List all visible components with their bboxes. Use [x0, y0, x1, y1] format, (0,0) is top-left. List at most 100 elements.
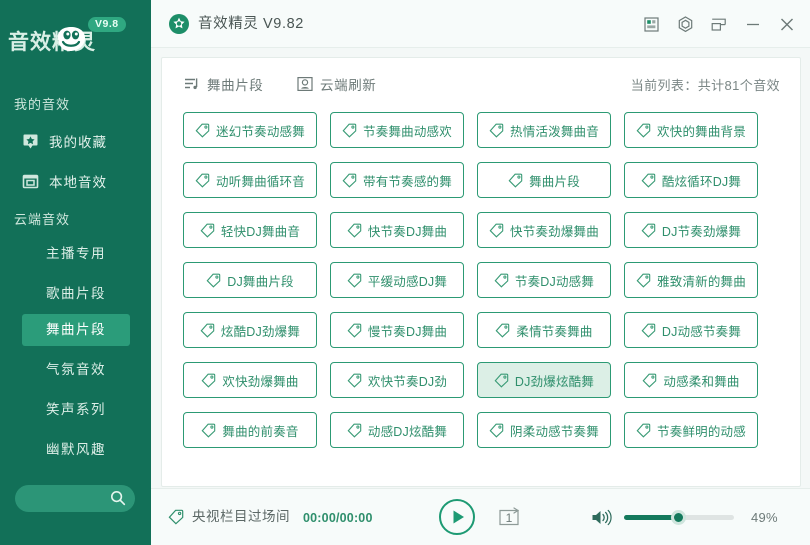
tag-music-icon — [347, 323, 362, 338]
search-input[interactable] — [15, 485, 135, 512]
window-controls — [634, 9, 804, 39]
sidebar-item-favorites[interactable]: 我的收藏 — [22, 124, 107, 158]
sound-effect-label: 节奏鲜明的动感 — [657, 424, 746, 439]
play-icon — [453, 510, 464, 524]
sound-effect-button[interactable]: 节奏舞曲动感欢 — [330, 112, 464, 148]
sound-effect-button[interactable]: DJ节奏劲爆舞 — [624, 212, 758, 248]
sound-effect-button[interactable]: 带有节奏感的舞 — [330, 162, 464, 198]
tag-music-icon — [636, 423, 651, 438]
sound-effect-button[interactable]: 欢快劲爆舞曲 — [183, 362, 317, 398]
current-track-name: 央视栏目过场间 — [192, 509, 290, 524]
sidebar-item-label: 歌曲片段 — [46, 286, 106, 301]
tag-music-icon — [342, 173, 357, 188]
volume-slider-handle[interactable] — [671, 510, 686, 525]
sound-effect-label: 欢快的舞曲背景 — [657, 124, 746, 139]
sound-effect-button[interactable]: 酷炫循环DJ舞 — [624, 162, 758, 198]
toolbar-refresh-button[interactable]: 云端刷新 — [297, 74, 376, 94]
volume-percent-label: 49% — [751, 510, 778, 525]
title-bar: 音效精灵 V9.82 — [151, 0, 810, 48]
sidebar-item-label: 主播专用 — [46, 246, 106, 261]
window-title: 音效精灵 V9.82 — [198, 16, 304, 32]
sidebar-item-humor[interactable]: 幽默风趣 — [22, 434, 130, 466]
layout-grid-button[interactable] — [634, 9, 668, 39]
nav-group-title-cloud: 云端音效 — [14, 212, 71, 227]
repeat-one-icon: 1 — [499, 507, 520, 526]
sound-effect-button[interactable]: 炫酷DJ劲爆舞 — [183, 312, 317, 348]
volume-slider-fill — [624, 515, 678, 520]
sound-effect-button[interactable]: 轻快DJ舞曲音 — [183, 212, 317, 248]
smiley-face-icon — [58, 27, 85, 51]
sound-effect-button[interactable]: 舞曲片段 — [477, 162, 611, 198]
sound-effect-button[interactable]: 快节奏劲爆舞曲 — [477, 212, 611, 248]
sidebar-item-dance-clips[interactable]: 舞曲片段 — [22, 314, 130, 346]
sound-effect-label: 动听舞曲循环音 — [216, 174, 305, 189]
close-button[interactable] — [770, 9, 804, 39]
sound-effect-button[interactable]: 动感DJ炫酷舞 — [330, 412, 464, 448]
minimize-icon — [747, 23, 759, 25]
sound-effect-button[interactable]: 慢节奏DJ舞曲 — [330, 312, 464, 348]
sound-effect-label: 轻快DJ舞曲音 — [220, 224, 301, 239]
sound-effect-label: 带有节奏感的舞 — [363, 174, 452, 189]
sound-effect-button[interactable]: DJ劲爆炫酷舞 — [477, 362, 611, 398]
sound-effect-button[interactable]: 动感柔和舞曲 — [624, 362, 758, 398]
sound-effect-button[interactable]: 动听舞曲循环音 — [183, 162, 317, 198]
volume-icon[interactable] — [591, 508, 612, 527]
tag-music-icon — [347, 423, 362, 438]
sound-effects-grid: 迷幻节奏动感舞 节奏舞曲动感欢 热情活泼舞曲音 欢快的舞曲背景动听舞曲循环音 带有节奏感… — [183, 112, 783, 462]
sidebar-item-local[interactable]: 本地音效 — [22, 164, 107, 198]
repeat-mode-button[interactable]: 1 — [497, 507, 521, 528]
settings-button[interactable] — [668, 9, 702, 39]
sound-effect-label: 雅致清新的舞曲 — [657, 274, 746, 289]
tag-music-icon — [642, 373, 657, 388]
tag-music-icon — [641, 173, 656, 188]
sound-effect-button[interactable]: DJ动感节奏舞 — [624, 312, 758, 348]
app-window: 音效精灵 V9.8 我的音效 我的收藏 本地音效 云端音效 主播专用 歌曲片段 … — [0, 0, 810, 545]
tag-music-icon — [636, 273, 651, 288]
sound-effect-label: 欢快节奏DJ劲 — [367, 374, 448, 389]
sound-effect-button[interactable]: 阴柔动感节奏舞 — [477, 412, 611, 448]
sound-effect-button[interactable]: 舞曲的前奏音 — [183, 412, 317, 448]
sound-effect-button[interactable]: DJ舞曲片段 — [183, 262, 317, 298]
toolbar-playlist-label: 舞曲片段 — [207, 78, 264, 93]
sidebar-item-label: 本地音效 — [49, 175, 107, 190]
tag-music-icon — [347, 273, 362, 288]
sound-effect-button[interactable]: 热情活泼舞曲音 — [477, 112, 611, 148]
sound-effect-button[interactable]: 欢快的舞曲背景 — [624, 112, 758, 148]
restore-button[interactable] — [702, 9, 736, 39]
playlist-music-icon — [185, 78, 198, 90]
sound-effect-button[interactable]: 节奏鲜明的动感 — [624, 412, 758, 448]
play-button[interactable] — [439, 499, 475, 535]
sidebar-item-laughter[interactable]: 笑声系列 — [22, 394, 130, 426]
sound-effect-button[interactable]: 节奏DJ动感舞 — [477, 262, 611, 298]
sound-effect-label: DJ动感节奏舞 — [661, 324, 742, 339]
app-logo-icon — [169, 14, 189, 34]
sidebar-item-anchor[interactable]: 主播专用 — [22, 238, 130, 270]
sound-effect-button[interactable]: 柔情节奏舞曲 — [477, 312, 611, 348]
search-icon[interactable] — [110, 490, 126, 506]
tag-music-icon — [489, 123, 504, 138]
sound-effect-button[interactable]: 雅致清新的舞曲 — [624, 262, 758, 298]
minimize-button[interactable] — [736, 9, 770, 39]
toolbar-playlist-button[interactable]: 舞曲片段 — [184, 74, 263, 94]
tag-music-icon — [168, 509, 184, 525]
sound-effect-label: 柔情节奏舞曲 — [516, 324, 593, 339]
sound-effect-button[interactable]: 平缓动感DJ舞 — [330, 262, 464, 298]
list-count-text: 当前列表：共计81个音效 — [630, 78, 780, 93]
sidebar: 音效精灵 V9.8 我的音效 我的收藏 本地音效 云端音效 主播专用 歌曲片段 … — [0, 0, 151, 545]
player-bar: 央视栏目过场间 00:00/00:00 1 49% — [151, 488, 810, 545]
tag-music-icon — [636, 123, 651, 138]
sound-effect-button[interactable]: 迷幻节奏动感舞 — [183, 112, 317, 148]
tag-music-icon — [347, 373, 362, 388]
sidebar-item-atmosphere[interactable]: 气氛音效 — [22, 354, 130, 386]
sidebar-item-label: 我的收藏 — [49, 135, 107, 150]
sound-effect-label: 快节奏劲爆舞曲 — [510, 224, 599, 239]
sound-effect-label: DJ舞曲片段 — [227, 274, 294, 289]
sidebar-item-song-clips[interactable]: 歌曲片段 — [22, 278, 130, 310]
volume-slider[interactable] — [624, 510, 734, 525]
tag-music-icon — [489, 423, 504, 438]
sound-effect-button[interactable]: 欢快节奏DJ劲 — [330, 362, 464, 398]
sound-effect-label: 平缓动感DJ舞 — [367, 274, 448, 289]
sound-effect-button[interactable]: 快节奏DJ舞曲 — [330, 212, 464, 248]
sound-effect-label: 酷炫循环DJ舞 — [661, 174, 742, 189]
playback-time: 00:00/00:00 — [303, 511, 373, 525]
